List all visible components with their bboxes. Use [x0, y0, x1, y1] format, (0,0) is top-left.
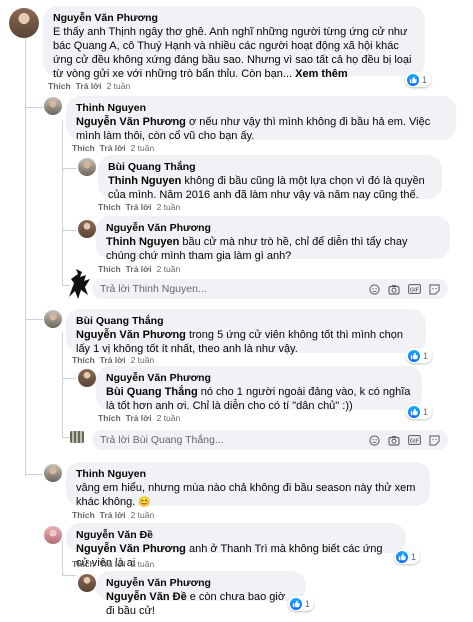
comment-bubble: Thinh Nguyen Nguyễn Văn Phương ơ nếu như… [66, 96, 456, 142]
reply-button[interactable]: Trả lời [100, 510, 126, 520]
comment-text: E thấy anh Thịnh ngây thơ ghê. Anh nghĩ … [53, 26, 412, 80]
comment-actions: Thích Trả lời 2 tuần [72, 510, 154, 520]
comment-author[interactable]: Nguyễn Văn Phương [106, 221, 440, 235]
timestamp[interactable]: 2 tuần [157, 264, 181, 274]
like-button[interactable]: Thích [98, 264, 121, 274]
reply-button[interactable]: Trả lời [100, 559, 126, 569]
like-button[interactable]: Thích [72, 559, 95, 569]
comment-bubble: Nguyễn Văn Phương E thấy anh Thịnh ngây … [43, 6, 425, 80]
like-icon [396, 550, 408, 563]
timestamp[interactable]: 2 tuần [157, 202, 181, 212]
comment-actions: Thích Trả lời 2 tuần [98, 413, 180, 423]
mention-tag[interactable]: Thinh Nguyen [106, 236, 179, 248]
like-button[interactable]: Thích [98, 202, 121, 212]
like-button[interactable]: Thích [98, 413, 121, 423]
reaction-count[interactable]: 1 [406, 348, 433, 363]
gif-icon[interactable]: GIF [408, 284, 421, 294]
timestamp[interactable]: 2 tuần [131, 510, 155, 520]
comment-actions: Thích Trả lời 2 tuần [72, 355, 154, 365]
reply-button[interactable]: Trả lời [100, 143, 126, 153]
mention-tag[interactable]: Thinh Nguyen [108, 175, 181, 187]
comment-actions: Thích Trả lời 2 tuần [48, 81, 130, 91]
avatar[interactable] [44, 464, 62, 482]
reply-input[interactable]: Trả lời Bùi Quang Thắng... GIF [92, 430, 448, 450]
emoji-icon[interactable] [369, 434, 380, 446]
see-more-link[interactable]: Xem thêm [295, 68, 348, 80]
comment-bubble: Nguyễn Văn Phương Thinh Nguyen bầu cử mà… [96, 216, 450, 262]
timestamp[interactable]: 2 tuần [131, 559, 155, 569]
like-icon [408, 405, 420, 418]
reply-input[interactable]: Trả lời Thinh Nguyen... GIF [92, 279, 448, 299]
avatar[interactable] [78, 369, 96, 387]
camera-icon[interactable] [388, 435, 400, 446]
comment-actions: Thích Trả lời 2 tuần [72, 559, 154, 569]
timestamp[interactable]: 2 tuần [131, 143, 155, 153]
avatar[interactable] [44, 97, 62, 115]
comment-bubble: Bùi Quang Thắng Nguyễn Văn Phương trong … [66, 309, 426, 355]
mention-tag[interactable]: Bùi Quang Thắng [106, 386, 198, 398]
reply-button[interactable]: Trả lời [126, 264, 152, 274]
reaction-count[interactable]: 1 [405, 72, 432, 87]
svg-text:GIF: GIF [410, 438, 420, 444]
comment-bubble: Nguyễn Văn Đề Nguyễn Văn Phương anh ở Th… [66, 523, 406, 569]
reply-placeholder: Trả lời Thinh Nguyen... [100, 283, 207, 295]
reply-button[interactable]: Trả lời [76, 81, 102, 91]
sticker-icon[interactable] [429, 434, 440, 446]
like-button[interactable]: Thích [72, 510, 95, 520]
comment-actions: Thích Trả lời 2 tuần [72, 143, 154, 153]
avatar[interactable] [78, 158, 96, 176]
reaction-count[interactable]: 1 [406, 404, 433, 419]
mention-tag[interactable]: Nguyễn Văn Đề [106, 591, 187, 603]
timestamp[interactable]: 2 tuần [107, 81, 131, 91]
comment-bubble: Nguyễn Văn Phương Bùi Quang Thắng nó cho… [96, 366, 422, 412]
comment-text: vâng em hiểu, nhưng mùa nào chả không đi… [76, 482, 416, 508]
comment-bubble: Bùi Quang Thắng Thinh Nguyen không đi bầ… [98, 155, 442, 201]
emoji-icon[interactable] [369, 283, 380, 295]
like-button[interactable]: Thích [48, 81, 71, 91]
reply-button[interactable]: Trả lời [126, 413, 152, 423]
avatar[interactable] [9, 8, 39, 38]
avatar[interactable] [44, 310, 62, 328]
mention-tag[interactable]: Nguyễn Văn Phương [76, 543, 186, 555]
sticker-icon[interactable] [429, 283, 440, 295]
mention-tag[interactable]: Nguyễn Văn Phương [76, 329, 186, 341]
avatar[interactable] [78, 574, 96, 592]
comment-bubble: Thinh Nguyen vâng em hiểu, nhưng mùa nào… [66, 462, 430, 508]
comment-actions: Thích Trả lời 2 tuần [98, 202, 180, 212]
mention-tag[interactable]: Nguyễn Văn Phương [76, 116, 186, 128]
avatar[interactable] [44, 526, 62, 544]
comment-author[interactable]: Nguyễn Văn Phương [106, 576, 296, 590]
like-icon [407, 73, 419, 86]
timestamp[interactable]: 2 tuần [131, 355, 155, 365]
comment-actions: Thích Trả lời 2 tuần [98, 264, 180, 274]
comment-author[interactable]: Nguyễn Văn Phương [53, 11, 415, 25]
svg-text:GIF: GIF [410, 287, 420, 293]
comment-author[interactable]: Thinh Nguyen [76, 101, 446, 115]
comment-author[interactable]: Thinh Nguyen [76, 467, 420, 481]
reaction-count[interactable]: 1 [288, 596, 315, 611]
like-icon [408, 349, 420, 362]
reply-button[interactable]: Trả lời [126, 202, 152, 212]
comment-author[interactable]: Bùi Quang Thắng [108, 160, 432, 174]
gif-icon[interactable]: GIF [408, 435, 421, 445]
comment-author[interactable]: Nguyễn Văn Phương [106, 371, 412, 385]
comment-author[interactable]: Nguyễn Văn Đề [76, 528, 396, 542]
reaction-count[interactable]: 1 [394, 549, 421, 564]
avatar[interactable] [78, 220, 96, 238]
user-avatar-small [70, 431, 84, 443]
like-button[interactable]: Thích [72, 355, 95, 365]
comment-bubble: Nguyễn Văn Phương Nguyễn Văn Đề e còn ch… [96, 571, 306, 617]
camera-icon[interactable] [388, 284, 400, 295]
timestamp[interactable]: 2 tuần [157, 413, 181, 423]
smile-emoji: 😊 [138, 497, 151, 508]
reply-placeholder: Trả lời Bùi Quang Thắng... [100, 434, 224, 446]
reply-button[interactable]: Trả lời [100, 355, 126, 365]
comment-author[interactable]: Bùi Quang Thắng [76, 314, 416, 328]
like-icon [290, 597, 302, 610]
user-avatar-sketch [69, 269, 90, 299]
like-button[interactable]: Thích [72, 143, 95, 153]
